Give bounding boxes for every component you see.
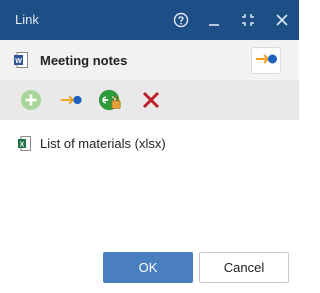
excel-document-icon: X bbox=[18, 136, 31, 151]
window-title: Link bbox=[15, 12, 39, 27]
cancel-button[interactable]: Cancel bbox=[199, 252, 289, 283]
ok-button[interactable]: OK bbox=[103, 252, 193, 283]
link-document-button[interactable] bbox=[251, 47, 281, 74]
remove-icon[interactable] bbox=[139, 88, 163, 112]
title-bar: Link bbox=[0, 0, 299, 40]
linked-locked-icon[interactable] bbox=[98, 88, 122, 112]
link-arrow-icon[interactable] bbox=[59, 88, 83, 112]
close-icon[interactable] bbox=[272, 10, 292, 30]
help-icon[interactable] bbox=[171, 10, 191, 30]
svg-text:X: X bbox=[20, 142, 25, 149]
linked-documents-list: X List of materials (xlsx) bbox=[0, 130, 299, 156]
svg-text:W: W bbox=[15, 58, 22, 65]
word-document-icon: W bbox=[14, 52, 28, 68]
minimize-icon[interactable] bbox=[204, 10, 224, 30]
list-item[interactable]: X List of materials (xlsx) bbox=[0, 130, 299, 156]
maximize-icon[interactable] bbox=[238, 10, 258, 30]
link-arrow-icon bbox=[254, 51, 278, 70]
toolbar bbox=[0, 80, 299, 120]
document-title: Meeting notes bbox=[40, 53, 128, 68]
list-item-label: List of materials (xlsx) bbox=[40, 136, 166, 151]
add-icon[interactable] bbox=[19, 88, 43, 112]
